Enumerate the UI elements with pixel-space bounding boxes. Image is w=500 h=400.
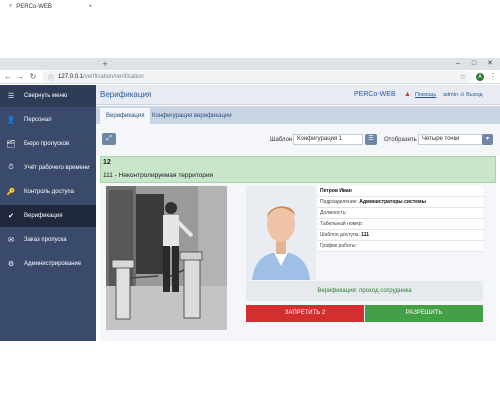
verification-status: Верификация: проход сотрудника xyxy=(246,281,483,301)
page-title: Верификация xyxy=(100,90,152,99)
tab-close-icon[interactable]: × xyxy=(88,4,92,10)
zone-number: 12 xyxy=(103,159,111,166)
tab-verification-config[interactable]: Конфигурация верификации xyxy=(146,108,238,124)
warning-icon[interactable]: ▲ xyxy=(404,91,411,98)
allow-button[interactable]: РАЗРЕШИТЬ xyxy=(365,305,483,322)
gear-icon: ⚙ xyxy=(7,261,15,268)
tab-verification[interactable]: Верификация xyxy=(100,108,151,124)
sidebar-item-pass-office[interactable]: 🗂 Бюро пропусков xyxy=(0,133,96,155)
sidebar-item-personnel[interactable]: 👤 Персонал xyxy=(0,109,96,131)
clock-icon: ⏱ xyxy=(8,164,14,171)
reload-icon[interactable]: ↻ xyxy=(28,71,38,83)
sidebar-item-access-control[interactable]: 🔑 Контроль доступа xyxy=(0,181,96,203)
check-icon: ✔ xyxy=(8,213,14,220)
browser-menu-icon[interactable]: ⋮ xyxy=(489,71,497,83)
logout-label: Выход xyxy=(466,92,483,98)
new-tab-button[interactable]: + xyxy=(100,58,110,70)
template-label: Шаблон xyxy=(270,137,293,143)
perco-favicon-icon: ♆ xyxy=(8,3,14,10)
tab-number-label: Табельный номер: xyxy=(320,221,364,227)
back-arrow-icon[interactable]: ← xyxy=(3,71,13,83)
employee-info: Петров Иван Подразделение: Администратор… xyxy=(318,186,483,252)
employee-photo xyxy=(246,186,316,280)
sidebar-item-label: Заказ пропуска xyxy=(24,237,67,243)
sidebar-item-label: Контроль доступа xyxy=(24,189,74,195)
envelope-icon: ✉ xyxy=(8,237,14,244)
sidebar-item-label: Бюро пропусков xyxy=(24,141,70,147)
window-close-icon[interactable]: ✕ xyxy=(484,58,496,70)
info-icon[interactable]: ⓘ xyxy=(48,73,54,82)
person-icon: 👤 xyxy=(6,117,16,124)
menu-icon: ☰ xyxy=(7,93,15,100)
bookmark-star-icon[interactable]: ☆ xyxy=(460,73,466,81)
tab-number-row: Табельный номер: xyxy=(318,219,483,230)
camera-image xyxy=(106,186,227,330)
department-row: Подразделение: Администраторы системы xyxy=(318,197,483,208)
sidebar-item-label: Администрирование xyxy=(24,261,82,267)
minimize-icon[interactable]: – xyxy=(452,58,464,70)
employee-name: Петров Иван xyxy=(318,186,483,197)
sidebar-item-time-tracking[interactable]: ⏱ Учёт рабочего времени xyxy=(0,157,96,179)
url-path: /verification/verification xyxy=(83,74,144,80)
schedule-label: График работы: xyxy=(320,243,357,249)
department-value: Администраторы системы xyxy=(359,199,426,205)
profile-avatar[interactable]: A xyxy=(476,73,484,81)
sidebar-item-label: Персонал xyxy=(24,117,52,123)
folder-icon: 🗂 xyxy=(6,141,16,148)
template-list-button[interactable]: ☰ xyxy=(365,134,377,145)
browser-tab-title: PERCo-WEB xyxy=(16,3,52,10)
logout-link[interactable]: ⊙ Выход xyxy=(460,92,483,98)
brand-name: PERCo-WEB xyxy=(354,91,396,98)
page-header xyxy=(96,85,500,105)
chevron-down-icon[interactable]: ▾ xyxy=(482,134,493,145)
sidebar-item-administration[interactable]: ⚙ Администрирование xyxy=(0,253,96,275)
help-link[interactable]: Помощь xyxy=(415,92,436,98)
sidebar-item-verification[interactable]: ✔ Верификация xyxy=(0,205,96,227)
url-field[interactable]: ⓘ 127.0.0.1 /verification/verification ☆ xyxy=(42,71,472,83)
template-select[interactable]: Конфигурация 1 xyxy=(293,134,363,145)
sidebar-item-collapse[interactable]: ☰ Свернуть меню xyxy=(0,85,96,107)
key-icon: 🔑 xyxy=(6,189,16,196)
browser-tabstrip xyxy=(0,58,500,70)
access-template-row: Шаблон доступа: 111 xyxy=(318,230,483,241)
forward-arrow-icon[interactable]: → xyxy=(15,71,25,83)
camera-view xyxy=(106,186,227,330)
sidebar-item-label: Учёт рабочего времени xyxy=(24,165,90,171)
sidebar-item-label: Верификация xyxy=(24,213,63,219)
browser-tab[interactable]: ♆ PERCo-WEB × xyxy=(4,1,96,12)
sidebar-item-label: Свернуть меню xyxy=(24,93,68,99)
access-template-value: 111 xyxy=(361,232,370,238)
department-label: Подразделение: xyxy=(320,199,358,205)
user-name[interactable]: admin xyxy=(443,92,458,98)
sidebar-item-pass-order[interactable]: ✉ Заказ пропуска xyxy=(0,229,96,251)
fullscreen-button[interactable]: ⤢ xyxy=(102,133,116,145)
access-template-label: Шаблон доступа: xyxy=(320,232,360,238)
display-select[interactable]: Четыре точки xyxy=(418,134,484,145)
position-label: Должность: xyxy=(320,210,347,216)
deny-button[interactable]: ЗАПРЕТИТЬ 2 xyxy=(246,305,364,322)
schedule-row: График работы: xyxy=(318,241,483,252)
maximize-icon[interactable]: □ xyxy=(468,58,480,70)
display-label: Отобразить xyxy=(384,137,417,143)
url-host: 127.0.0.1 xyxy=(58,74,84,80)
position-row: Должность: xyxy=(318,208,483,219)
employee-portrait xyxy=(246,186,316,280)
zone-name: 111 - Неконтролируемая территория xyxy=(103,172,213,179)
